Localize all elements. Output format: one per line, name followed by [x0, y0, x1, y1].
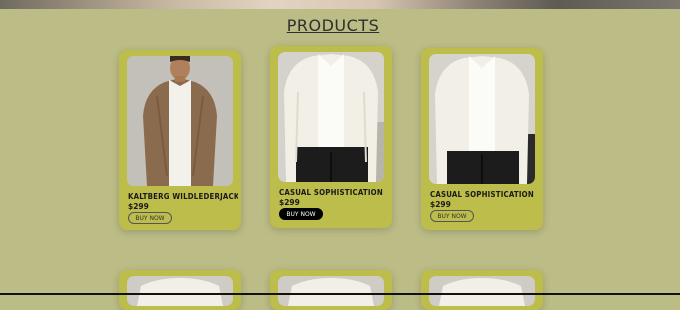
product-card [119, 270, 241, 310]
product-card: KALTBERG WILDLEDERJACKET $299 BUY NOW [119, 50, 241, 230]
product-image[interactable] [278, 276, 384, 306]
product-image[interactable] [429, 54, 535, 184]
product-name: KALTBERG WILDLEDERJACKET [128, 192, 238, 201]
buy-now-button[interactable]: BUY NOW [430, 210, 474, 222]
product-card: CASUAL SOPHISTICATION $299 BUY NOW [421, 48, 543, 230]
product-card [270, 270, 392, 310]
section-title: PRODUCTS [286, 16, 380, 35]
product-name: CASUAL SOPHISTICATION [430, 190, 534, 199]
product-name: CASUAL SOPHISTICATION [279, 188, 383, 197]
product-price: $299 [128, 202, 149, 211]
product-image[interactable] [127, 276, 233, 306]
product-image[interactable] [127, 56, 233, 186]
product-image[interactable] [278, 52, 384, 182]
product-image[interactable] [429, 276, 535, 306]
buy-now-button[interactable]: BUY NOW [279, 208, 323, 220]
product-card [421, 270, 543, 310]
buy-now-button[interactable]: BUY NOW [128, 212, 172, 224]
product-price: $299 [430, 200, 451, 209]
product-price: $299 [279, 198, 300, 207]
hero-banner-strip [0, 0, 680, 9]
product-card: CASUAL SOPHISTICATION $299 BUY NOW [270, 46, 392, 228]
